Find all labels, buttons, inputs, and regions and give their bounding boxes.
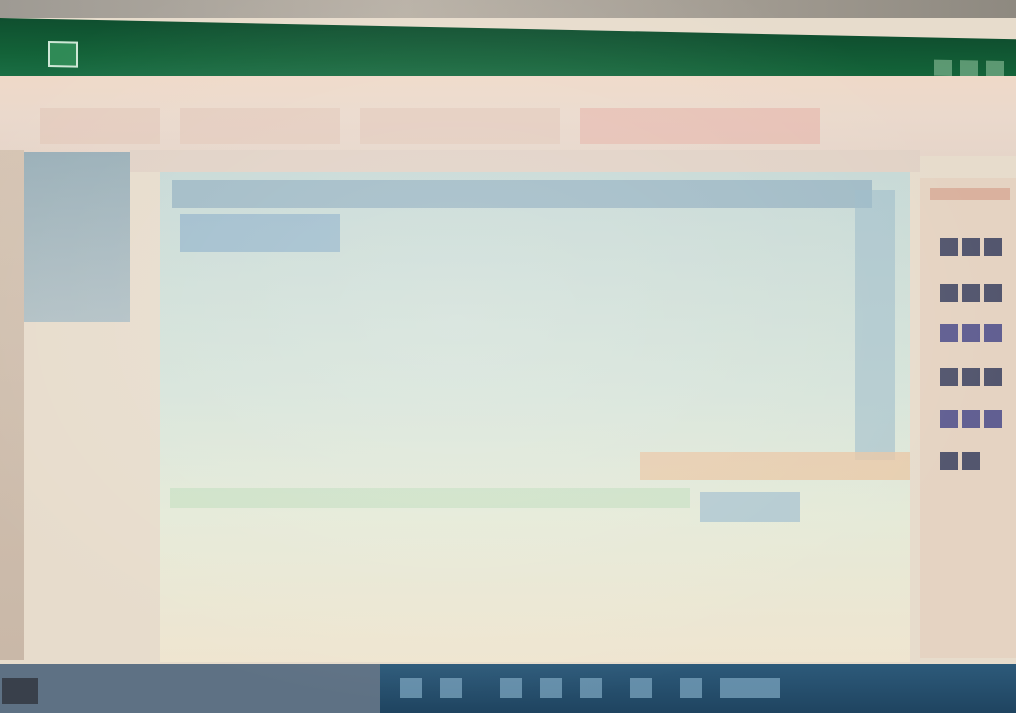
taskbar-search-area[interactable]	[0, 664, 380, 713]
monitor-bezel	[0, 0, 1016, 18]
taskbar-app-icon[interactable]	[630, 678, 652, 698]
taskbar-app-icon[interactable]	[400, 678, 422, 698]
panel-item-icon	[940, 324, 958, 342]
panel-item-icon	[962, 452, 980, 470]
panel-item[interactable]	[940, 238, 1014, 260]
row-numbers	[0, 150, 24, 660]
panel-item-icon	[962, 238, 980, 256]
close-icon[interactable]	[986, 60, 1004, 78]
highlighted-column[interactable]	[855, 190, 895, 460]
panel-item-icon	[962, 368, 980, 386]
navigation-pane[interactable]	[24, 152, 130, 322]
highlighted-cells[interactable]	[180, 214, 340, 252]
taskbar-app-icon[interactable]	[540, 678, 562, 698]
panel-item-icon	[940, 284, 958, 302]
panel-item[interactable]	[940, 368, 1014, 390]
panel-item[interactable]	[940, 410, 1014, 432]
taskbar-app-icon[interactable]	[720, 678, 780, 698]
panel-item[interactable]	[940, 324, 1014, 346]
panel-item[interactable]	[940, 452, 1014, 474]
panel-item-icon	[962, 284, 980, 302]
panel-item-icon	[940, 368, 958, 386]
highlighted-cells[interactable]	[640, 452, 910, 480]
taskbar-app-icon[interactable]	[580, 678, 602, 698]
panel-item-icon	[984, 368, 1002, 386]
column-headers	[130, 150, 920, 172]
ribbon-group[interactable]	[40, 108, 160, 144]
panel-item-icon	[940, 452, 958, 470]
panel-item-icon	[984, 238, 1002, 256]
panel-item[interactable]	[940, 284, 1014, 306]
photographed-screen	[0, 0, 1016, 713]
panel-item-icon	[962, 324, 980, 342]
start-icon[interactable]	[2, 678, 38, 704]
panel-item-icon	[984, 284, 1002, 302]
ribbon-group[interactable]	[180, 108, 340, 144]
panel-item-icon	[940, 410, 958, 428]
taskbar-app-icon[interactable]	[440, 678, 462, 698]
panel-item-icon	[984, 410, 1002, 428]
selected-cell[interactable]	[700, 492, 800, 522]
taskbar-app-icon[interactable]	[500, 678, 522, 698]
sheet-header-band	[172, 180, 872, 208]
maximize-icon[interactable]	[960, 60, 978, 77]
ribbon-group[interactable]	[360, 108, 560, 144]
highlighted-row[interactable]	[170, 488, 690, 508]
spreadsheet-app-icon[interactable]	[48, 41, 78, 68]
panel-item-icon	[962, 410, 980, 428]
taskbar-app-icon[interactable]	[680, 678, 702, 698]
panel-item-icon	[940, 238, 958, 256]
minimize-icon[interactable]	[934, 59, 952, 76]
panel-item-icon	[984, 324, 1002, 342]
panel-header	[930, 188, 1010, 200]
ribbon-group[interactable]	[580, 108, 820, 144]
